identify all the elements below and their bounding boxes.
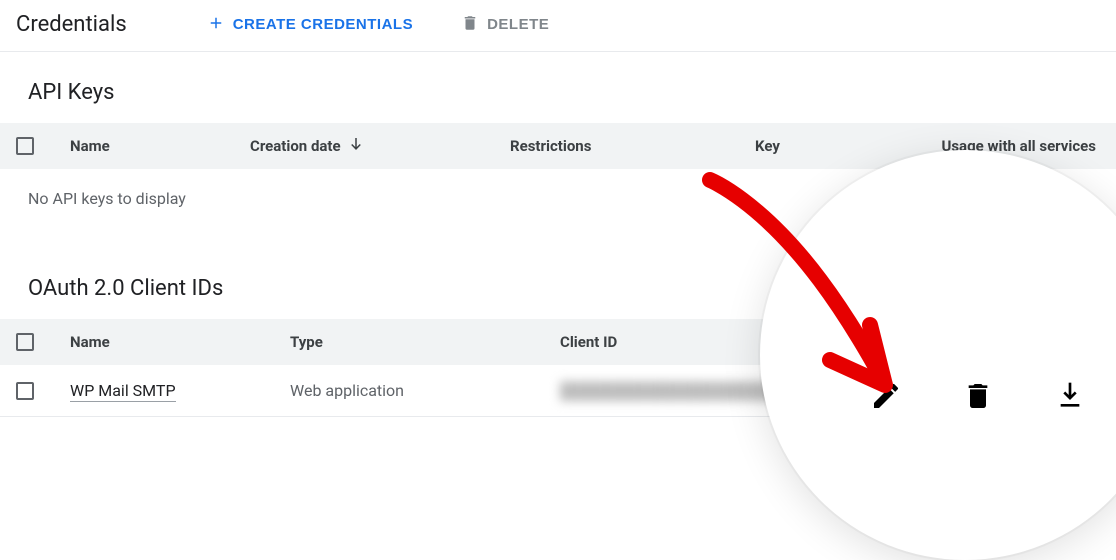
create-credentials-button[interactable]: CREATE CREDENTIALS	[207, 14, 413, 36]
col-creation-date[interactable]: Creation date	[250, 135, 510, 157]
api-keys-section: API Keys Name Creation date Restrictions…	[0, 52, 1116, 228]
api-keys-table-header: Name Creation date Restrictions Key Usag…	[0, 123, 1116, 169]
delete-label: DELETE	[487, 16, 549, 33]
oauth-table-header: Name Type Client ID	[0, 319, 1116, 365]
page-title: Credentials	[16, 12, 127, 37]
download-icon[interactable]	[1054, 380, 1086, 412]
edit-icon[interactable]	[870, 380, 902, 412]
api-keys-empty: No API keys to display	[0, 169, 1116, 228]
trash-icon	[461, 14, 479, 36]
oauth-title: OAuth 2.0 Client IDs	[0, 248, 1116, 319]
col-key[interactable]: Key	[755, 137, 925, 155]
col-client-id[interactable]: Client ID	[560, 333, 1100, 351]
page-header: Credentials CREATE CREDENTIALS DELETE	[0, 0, 1116, 52]
oauth-client-name-link[interactable]: WP Mail SMTP	[70, 381, 176, 402]
plus-icon	[207, 14, 225, 36]
select-all-checkbox[interactable]	[16, 333, 70, 351]
api-keys-title: API Keys	[0, 52, 1116, 123]
oauth-client-type: Web application	[290, 381, 560, 400]
col-type[interactable]: Type	[290, 333, 560, 351]
delete-button[interactable]: DELETE	[461, 14, 549, 36]
sort-desc-icon	[347, 135, 365, 157]
trash-icon[interactable]	[962, 380, 994, 412]
col-usage[interactable]: Usage with all services	[925, 137, 1100, 155]
col-name[interactable]: Name	[70, 333, 290, 351]
col-name[interactable]: Name	[70, 137, 250, 155]
select-all-checkbox[interactable]	[16, 137, 70, 155]
row-checkbox[interactable]	[16, 382, 70, 400]
create-label: CREATE CREDENTIALS	[233, 16, 413, 33]
col-restrictions[interactable]: Restrictions	[510, 137, 755, 155]
